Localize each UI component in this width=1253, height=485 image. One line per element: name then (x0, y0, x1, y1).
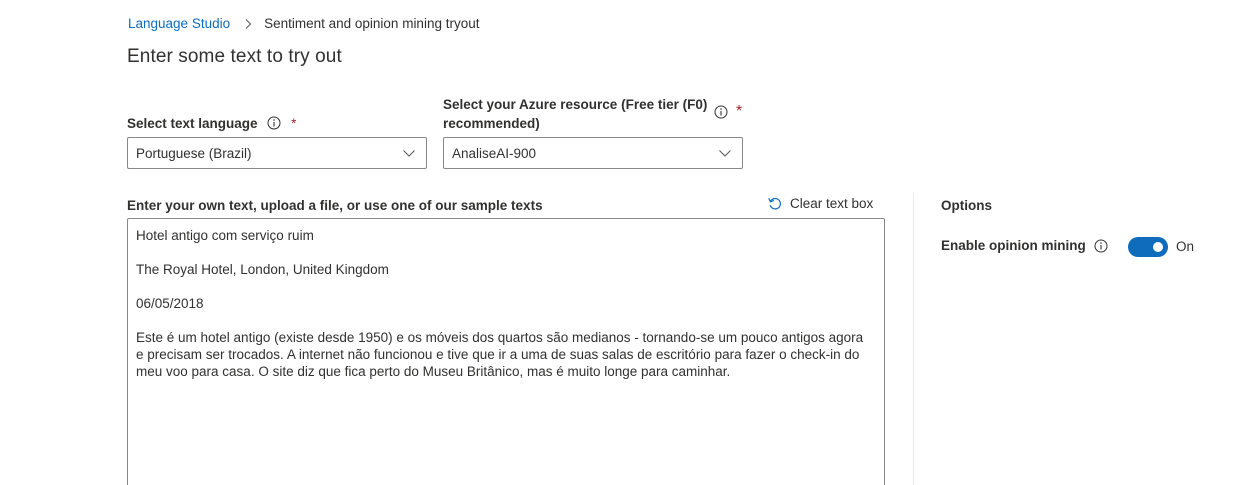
opinion-mining-toggle-state: On (1176, 239, 1195, 254)
chevron-down-icon (718, 146, 732, 160)
language-select-label: Select text language * (127, 114, 296, 133)
undo-icon (767, 195, 783, 211)
text-paragraph: Este é um hotel antigo (existe desde 195… (136, 330, 864, 379)
breadcrumb-current-page: Sentiment and opinion mining tryout (264, 16, 480, 31)
breadcrumb: Language Studio Sentiment and opinion mi… (128, 16, 479, 31)
sample-text-area[interactable]: Hotel antigo com serviço ruim The Royal … (127, 218, 885, 485)
language-dropdown-value: Portuguese (Brazil) (136, 145, 252, 161)
opinion-mining-toggle[interactable] (1128, 237, 1168, 257)
resource-dropdown[interactable]: AnaliseAI-900 (443, 137, 743, 169)
resource-label-meta: * (714, 103, 742, 121)
opinion-mining-label: Enable opinion mining (941, 236, 1108, 255)
language-dropdown[interactable]: Portuguese (Brazil) (127, 137, 427, 169)
text-paragraph: The Royal Hotel, London, United Kingdom (136, 262, 389, 277)
chevron-right-icon (241, 17, 255, 31)
chevron-down-icon (402, 146, 416, 160)
resource-dropdown-value: AnaliseAI-900 (452, 145, 537, 161)
resource-select-label: Select your Azure resource (Free tier (F… (443, 97, 708, 131)
options-title: Options (941, 198, 992, 213)
text-input-label: Enter your own text, upload a file, or u… (127, 198, 543, 213)
required-asterisk: * (736, 103, 743, 120)
text-paragraph: Hotel antigo com serviço ruim (136, 228, 314, 243)
info-icon[interactable] (1094, 239, 1108, 253)
clear-text-box-button[interactable]: Clear text box (767, 195, 873, 211)
breadcrumb-language-studio-link[interactable]: Language Studio (128, 16, 230, 31)
text-paragraph: 06/05/2018 (136, 296, 204, 311)
toggle-knob (1153, 242, 1163, 252)
page-title: Enter some text to try out (127, 46, 342, 67)
language-select-label-text: Select text language (127, 116, 258, 131)
required-asterisk: * (291, 116, 297, 131)
clear-text-box-label: Clear text box (790, 195, 874, 211)
info-icon[interactable] (267, 116, 281, 130)
opinion-mining-label-text: Enable opinion mining (941, 238, 1086, 253)
panel-divider (913, 193, 914, 485)
info-icon[interactable] (714, 105, 728, 119)
